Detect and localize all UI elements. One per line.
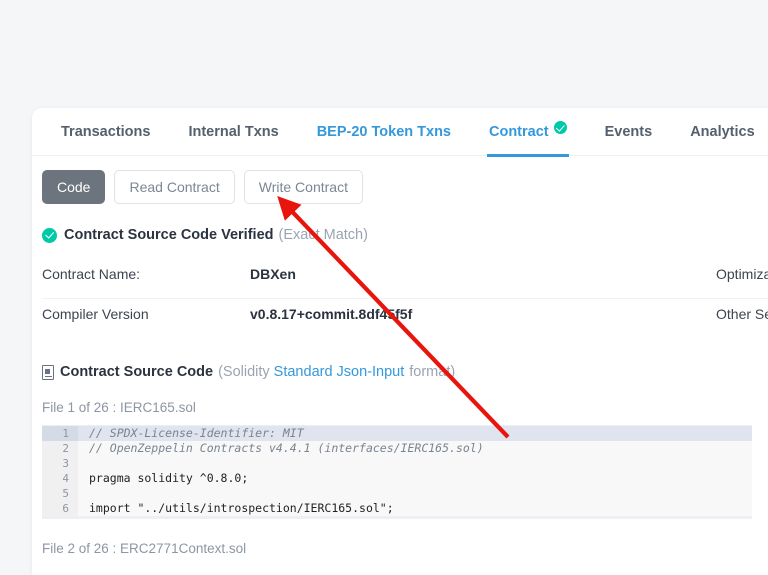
verified-circle-check-icon (42, 227, 57, 243)
tab-label: Events (604, 123, 653, 140)
tab-bar: Transactions Internal Txns BEP-20 Token … (32, 108, 768, 157)
code-line-number: 6 (42, 501, 78, 517)
file-2-label: File 2 of 26 : ERC2771Context.sol (42, 541, 247, 557)
contract-card: Transactions Internal Txns BEP-20 Token … (32, 108, 768, 575)
code-button[interactable]: Code (42, 170, 106, 205)
detail-right-label: Optimizati (716, 266, 768, 283)
tab-label: BEP-20 Token Txns (316, 123, 451, 140)
source-code-section: Contract Source Code (Solidity Standard … (32, 338, 768, 415)
code-line-number: 2 (42, 441, 78, 457)
file-1-label: File 1 of 26 : IERC165.sol (42, 400, 196, 416)
read-contract-button[interactable]: Read Contract (114, 170, 235, 205)
source-format-suffix: format) (409, 364, 456, 381)
code-line-number: 4 (42, 471, 78, 487)
code-line: 3 (42, 456, 752, 472)
tab-analytics[interactable]: Analytics (671, 108, 768, 156)
code-line-number: 1 (42, 426, 78, 442)
detail-label: Contract Name: (42, 266, 141, 283)
standard-json-input-link[interactable]: Standard Json-Input (274, 364, 405, 380)
code-block[interactable]: 1 // SPDX-License-Identifier: MIT 2 // O… (42, 425, 752, 520)
source-code-title: Contract Source Code (60, 364, 214, 381)
code-line: 2 // OpenZeppelin Contracts v4.4.1 (inte… (42, 441, 752, 457)
tab-events[interactable]: Events (586, 108, 672, 156)
detail-value: DBXen (250, 266, 296, 283)
code-line-text: // SPDX-License-Identifier: MIT (89, 426, 304, 441)
detail-row-contract-name: Contract Name: DBXen Optimizati (42, 259, 768, 300)
detail-value: v0.8.17+commit.8df45f5f (250, 306, 413, 323)
code-line-number: 3 (42, 456, 78, 472)
tab-label: Transactions (61, 123, 151, 140)
contract-details: Contract Name: DBXen Optimizati Compiler… (32, 259, 768, 338)
verification-status: Contract Source Code Verified (Exact Mat… (32, 204, 768, 243)
tab-label: Analytics (690, 123, 755, 140)
tab-internal-txns[interactable]: Internal Txns (169, 108, 297, 156)
screenshot-root: Transactions Internal Txns BEP-20 Token … (0, 0, 768, 575)
detail-left: Compiler Version v0.8.17+commit.8df45f5f (42, 306, 710, 322)
detail-label: Compiler Version (42, 306, 149, 323)
verified-check-icon (553, 121, 567, 134)
code-line: 1 // SPDX-License-Identifier: MIT (42, 426, 752, 442)
tab-bep20-token-txns[interactable]: BEP-20 Token Txns (298, 108, 470, 156)
code-line-text: import "../utils/introspection/IERC165.s… (89, 501, 394, 516)
verification-title: Contract Source Code Verified (64, 227, 274, 244)
source-code-heading: Contract Source Code (Solidity Standard … (42, 364, 768, 380)
source-format-prefix: (Solidity (218, 364, 270, 381)
detail-left: Contract Name: DBXen (42, 266, 710, 282)
detail-right-label: Other Sett (716, 306, 768, 323)
write-contract-button[interactable]: Write Contract (243, 170, 363, 205)
code-line-text: pragma solidity ^0.8.0; (89, 471, 249, 486)
code-line-text: // OpenZeppelin Contracts v4.4.1 (interf… (89, 441, 484, 456)
tab-transactions[interactable]: Transactions (42, 108, 169, 156)
contract-mode-buttons: Code Read Contract Write Contract (32, 156, 768, 205)
file-document-icon (42, 364, 54, 380)
code-line: 5 (42, 486, 752, 502)
code-line-number: 5 (42, 486, 78, 502)
detail-row-compiler-version: Compiler Version v0.8.17+commit.8df45f5f… (42, 299, 768, 338)
code-line: 6 import "../utils/introspection/IERC165… (42, 501, 752, 517)
code-line: 4 pragma solidity ^0.8.0; (42, 471, 752, 487)
tab-contract[interactable]: Contract (470, 108, 586, 157)
tab-label: Internal Txns (188, 123, 279, 140)
tab-label: Contract (489, 123, 549, 140)
verification-match: (Exact Match) (278, 227, 368, 244)
